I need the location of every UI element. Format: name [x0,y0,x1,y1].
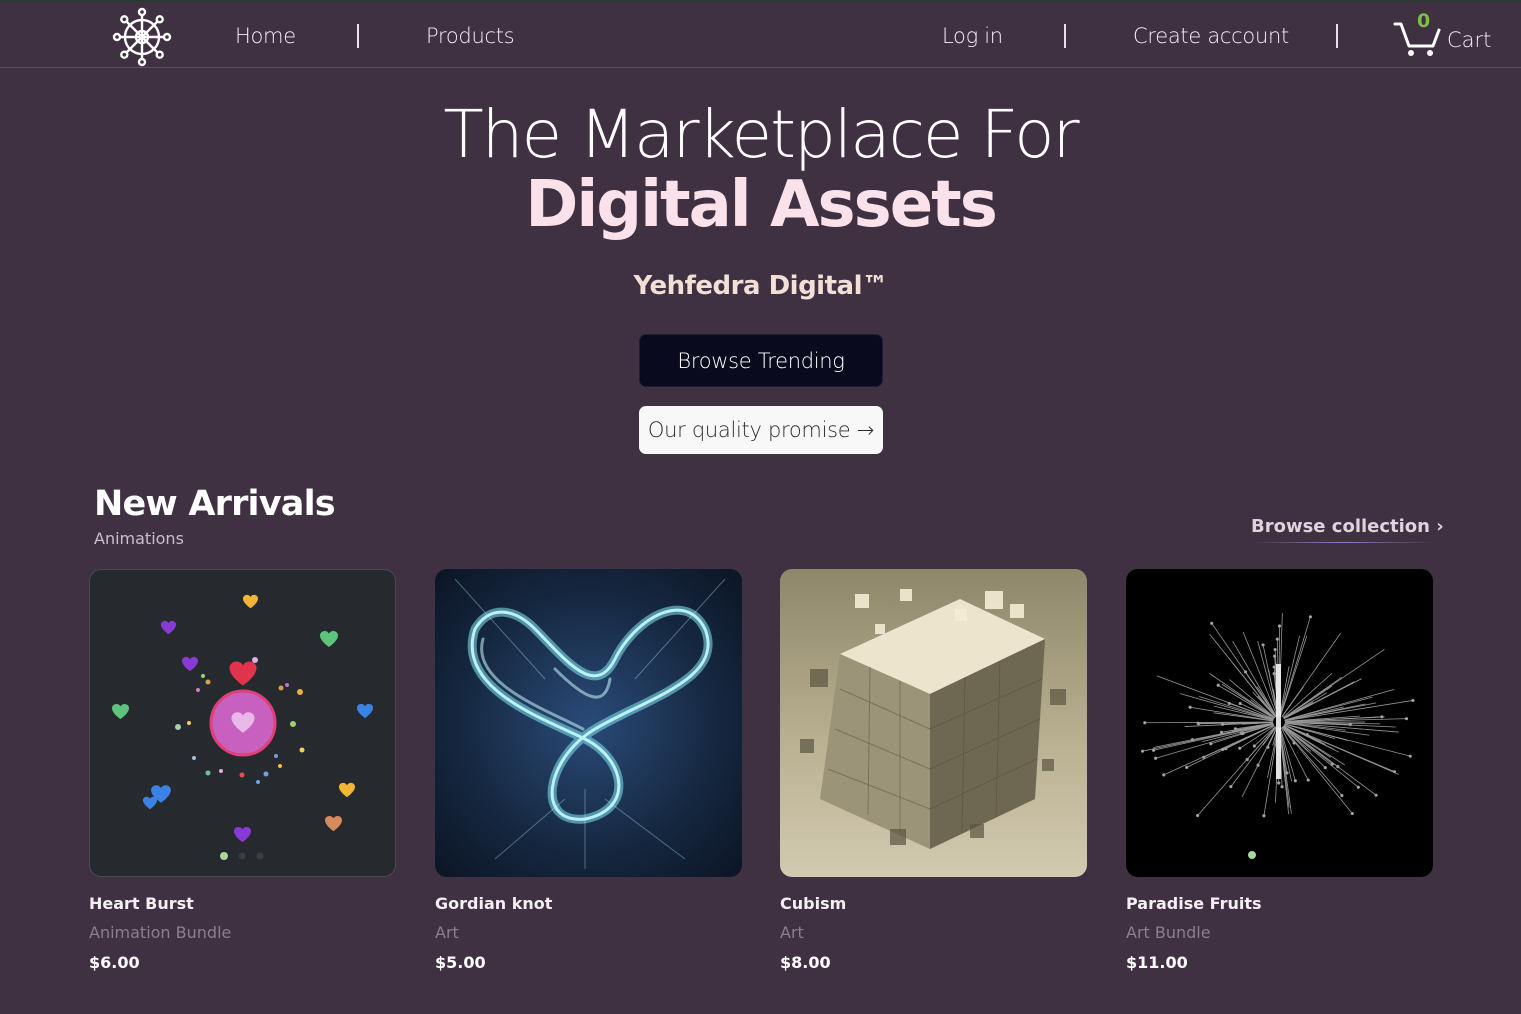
decorative-strand [1202,723,1274,743]
browse-trending-button[interactable]: Browse Trending [639,334,883,387]
decorative-dot [1219,730,1224,734]
product-price: $6.00 [89,953,140,972]
decorative-strand [1280,616,1311,717]
decorative-dot [1306,778,1310,782]
decorative-dot [1277,624,1282,628]
nav-divider [1336,24,1338,48]
nav-products-link[interactable]: Products [426,24,515,48]
decorative-strand [1242,631,1278,717]
decorative-dot [1356,785,1360,789]
decorative-dot [1140,749,1145,753]
nav-create-account-link[interactable]: Create account [1133,24,1289,48]
decorative-dot [1196,813,1200,818]
decorative-dot [1262,814,1266,818]
cubism-artwork [800,589,1066,849]
decorative-dot [1243,670,1248,674]
decorative-dot [1277,781,1281,785]
decorative-dot [1292,741,1296,745]
hero-title-line2: Digital Assets [525,168,998,242]
section-title: New Arrivals [94,484,336,524]
decorative-dot [1308,615,1312,619]
decorative-strand [1153,723,1274,748]
product-name[interactable]: Gordian knot [435,894,742,913]
product-thumbnail-gordian-knot[interactable] [435,569,742,877]
decorative-dot [1411,698,1415,703]
decorative-dot [1153,756,1158,760]
ship-wheel-logo-icon[interactable] [112,7,172,67]
brand-name: Yehfedra Digital™ [633,271,888,301]
decorative-dot [1221,747,1225,752]
product-price: $8.00 [780,953,831,972]
product-category: Art Bundle [1126,923,1211,942]
product-card: Gordian knot Art $5.00 [435,569,742,972]
heart-burst-artwork [112,594,373,860]
nav-divider [357,24,359,48]
decorative-dot [1275,637,1279,641]
product-category: Art [780,923,804,942]
cart-button[interactable]: 0 Cart [1393,10,1503,62]
gordian-knot-artwork [454,578,726,869]
decorative-dot [1408,754,1412,758]
section-subtitle: Animations [94,529,184,548]
decorative-dot [1340,793,1344,798]
product-price: $5.00 [435,953,486,972]
product-price: $11.00 [1126,953,1188,972]
decorative-dot [1280,785,1284,789]
product-thumbnail-paradise-fruits[interactable] [1126,569,1433,877]
product-category: Animation Bundle [89,923,232,942]
product-category: Art [435,923,459,942]
site-header: Home Products Log in Create account 0 Ca… [0,2,1521,68]
decorative-dot [1196,721,1200,725]
product-name[interactable]: Heart Burst [89,894,396,913]
product-card: Paradise Fruits Art Bundle $11.00 [1126,569,1433,972]
decorative-dot [1162,773,1166,777]
decorative-dot [1293,779,1297,783]
hero-title-line1: The Marketplace For [443,96,1079,173]
decorative-dot [1216,683,1220,687]
decorative-dot [1252,744,1256,748]
paradise-fruits-artwork [1140,612,1415,859]
decorative-strand [1283,725,1377,796]
decorative-dot [1209,742,1213,746]
decorative-dot [1151,748,1156,752]
product-thumbnail-cubism[interactable] [780,569,1087,877]
product-name[interactable]: Paradise Fruits [1126,894,1433,913]
product-thumbnail-heart-burst[interactable] [89,569,396,877]
decorative-dot [1350,811,1354,816]
decorative-strand [1279,635,1300,717]
decorative-dot [1185,765,1189,769]
decorative-dot [1238,701,1242,706]
decorative-dot [1323,766,1327,770]
decorative-dot [1188,705,1192,709]
decorative-dot [1229,784,1233,789]
nav-divider [1064,24,1066,48]
decorative-dot [1330,762,1334,766]
product-card: Heart Burst Animation Bundle $6.00 [89,569,396,972]
decorative-dot [1210,621,1214,625]
nav-login-link[interactable]: Log in [942,24,1003,48]
decorative-dot [1374,793,1378,797]
decorative-dot [1273,647,1277,652]
browse-collection-link[interactable]: Browse collection › [1251,516,1444,543]
cart-count-badge: 0 [1417,10,1431,32]
decorative-strand [1155,723,1274,759]
decorative-dot [1261,643,1265,647]
decorative-dot [1143,721,1147,725]
decorative-dot [1404,717,1409,721]
product-name[interactable]: Cubism [780,894,1087,913]
nav-home-link[interactable]: Home [235,24,296,48]
decorative-strand [1284,722,1370,736]
decorative-dot [1238,746,1242,750]
decorative-strand [1230,726,1277,787]
quality-promise-button[interactable]: Our quality promise → [639,406,883,454]
product-card: Cubism Art $8.00 [780,569,1087,972]
cart-label: Cart [1447,28,1492,52]
